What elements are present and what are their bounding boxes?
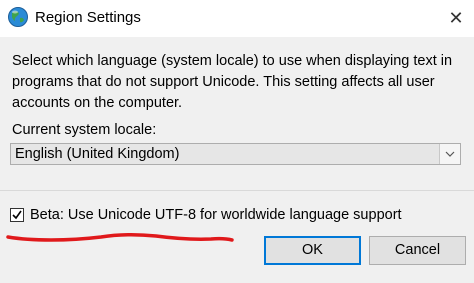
region-settings-dialog: Region Settings ✕ Select which language … <box>0 0 474 283</box>
window-title: Region Settings <box>35 9 141 26</box>
close-button[interactable]: ✕ <box>438 0 474 37</box>
cancel-button[interactable]: Cancel <box>369 236 466 265</box>
beta-utf8-label: Beta: Use Unicode UTF-8 for worldwide la… <box>30 207 402 223</box>
ok-button[interactable]: OK <box>264 236 361 265</box>
chevron-down-icon <box>445 151 455 157</box>
beta-utf8-option[interactable]: Beta: Use Unicode UTF-8 for worldwide la… <box>10 206 402 224</box>
description-text: Select which language (system locale) to… <box>12 53 453 111</box>
close-icon: ✕ <box>448 8 464 28</box>
title-bar: Region Settings ✕ <box>0 0 474 37</box>
checkmark-icon <box>12 210 22 220</box>
dialog-body: Select which language (system locale) to… <box>0 37 474 283</box>
locale-label: Current system locale: <box>12 122 157 138</box>
globe-icon <box>8 7 28 27</box>
beta-utf8-checkbox[interactable] <box>10 208 24 222</box>
select-dropdown-button[interactable] <box>439 144 460 164</box>
separator <box>0 190 474 191</box>
system-locale-select[interactable]: English (United Kingdom) <box>10 143 461 165</box>
red-underline-annotation <box>6 232 234 242</box>
system-locale-value: English (United Kingdom) <box>15 146 180 162</box>
